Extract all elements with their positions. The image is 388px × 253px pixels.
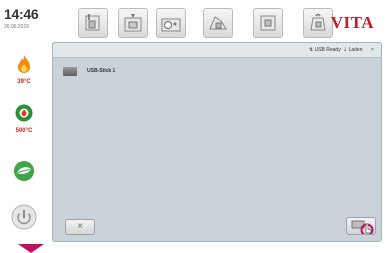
file-browser-panel: ⇅ USB Ready ⇣ Laden × USB-Stick 1 × [52, 42, 382, 242]
load-label: Laden [348, 47, 363, 53]
tool-5-button[interactable] [253, 8, 283, 38]
tool-3-button[interactable] [156, 8, 186, 38]
tool-3-icon [161, 18, 181, 32]
close-panel-button[interactable]: × [371, 47, 374, 53]
heating-label: 500°C [15, 128, 33, 134]
status-sidebar: 39°C 500°C [0, 48, 48, 253]
sidebar-item-heating[interactable]: 500°C [0, 103, 48, 135]
panel-toolbar: ⇅ USB Ready ⇣ Laden × [53, 43, 381, 58]
tool-2-button[interactable] [118, 8, 148, 38]
load-button[interactable]: ⇣ Laden [343, 47, 363, 53]
power-icon [11, 204, 37, 230]
file-name: USB-Stick 1 [87, 68, 116, 74]
tool-5-icon [260, 15, 276, 31]
sidebar-item-power[interactable] [0, 204, 48, 235]
tool-4-button[interactable] [203, 8, 233, 38]
usb-ready-label: USB Ready [314, 47, 341, 53]
usb-icon: ⇅ [309, 47, 314, 53]
clock: 14:46 26.06.2016 [4, 6, 40, 31]
tool-1-icon [85, 14, 100, 31]
sidebar-item-eco[interactable] [0, 160, 48, 187]
touch-pointer-icon [351, 220, 374, 237]
cancel-icon: × [77, 221, 83, 232]
usb-drive-icon [63, 67, 77, 76]
cancel-button[interactable]: × [65, 219, 95, 235]
tool-6-icon [310, 13, 326, 31]
brand-logo: VITA [330, 13, 374, 32]
tab-indicator [18, 244, 44, 253]
sidebar-item-temperature[interactable]: 39°C [0, 54, 48, 86]
tool-4-icon [209, 16, 227, 30]
temperature-label: 39°C [17, 79, 31, 85]
confirm-button[interactable] [346, 217, 376, 237]
close-icon: × [371, 47, 374, 53]
usb-ready-button[interactable]: ⇅ USB Ready [309, 47, 341, 53]
leaf-icon [14, 161, 34, 181]
tool-6-button[interactable] [303, 8, 333, 38]
header-bar: 14:46 26.06.2016 VITA [0, 0, 388, 48]
tool-1-button[interactable] [78, 8, 108, 38]
heating-ring-icon [15, 104, 33, 122]
arrow-icon: ⇣ [343, 47, 348, 53]
tool-2-icon [124, 14, 142, 32]
clock-time: 14:46 [4, 6, 39, 22]
flame-icon [18, 55, 30, 73]
clock-date: 26.06.2016 [4, 24, 30, 30]
